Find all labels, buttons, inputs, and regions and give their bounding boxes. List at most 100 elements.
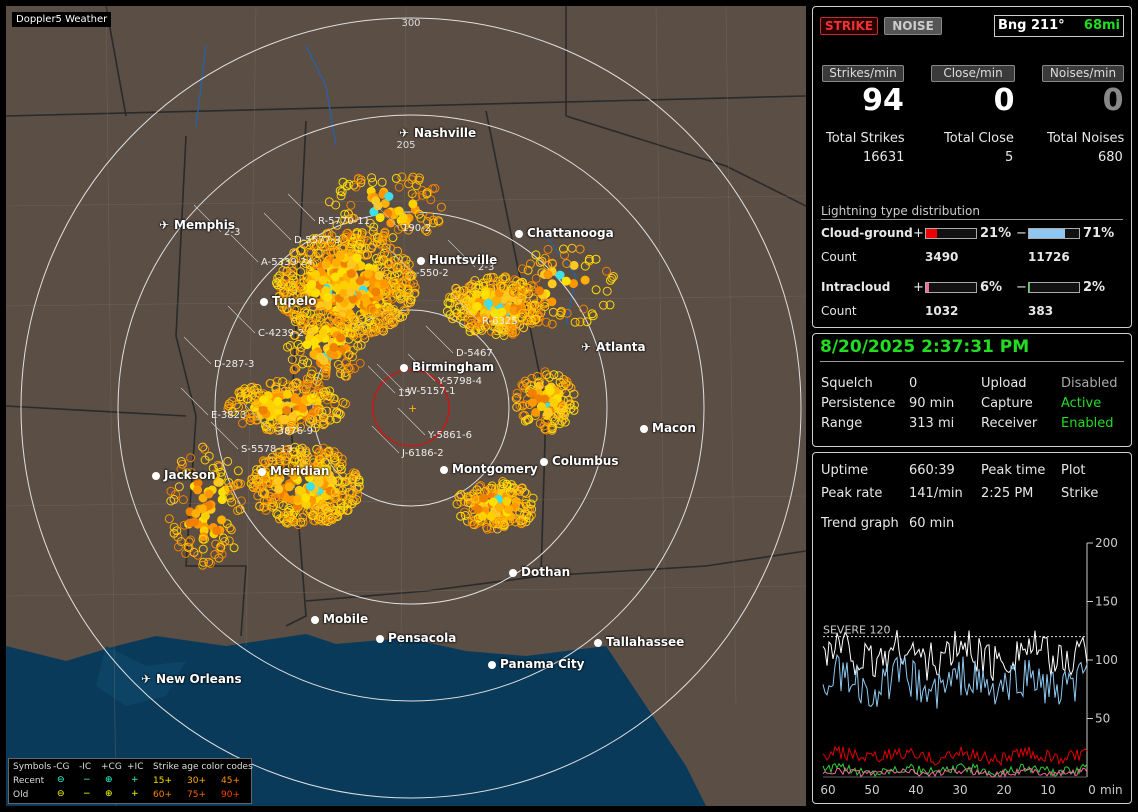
- strike-marker: [543, 244, 553, 254]
- cg-positive-count: 3490: [925, 250, 959, 264]
- x-tick-label: 0: [1088, 783, 1096, 797]
- trend-y-ticks: 200 150 100 50: [1087, 536, 1118, 726]
- storm-tag: 15: [398, 388, 411, 399]
- strike-marker: [528, 398, 538, 408]
- total-strikes-label: Total Strikes: [826, 131, 905, 146]
- ring-label-300: 300: [401, 18, 420, 29]
- strike-marker: [204, 489, 214, 499]
- cg-negative-fill: [1029, 229, 1065, 238]
- strike-marker: [383, 208, 393, 218]
- strike-marker: [497, 307, 507, 317]
- strike-marker: [226, 525, 236, 535]
- city-dot: [440, 466, 448, 474]
- bearing-label: Bng 211°: [998, 18, 1065, 33]
- strike-marker: [335, 251, 345, 261]
- strike-marker: [174, 482, 184, 492]
- strike-marker: [346, 287, 356, 297]
- strike-marker: [540, 394, 550, 404]
- y-tick-label: 100: [1095, 653, 1118, 667]
- storm-tag: Y-5861-6: [427, 430, 472, 441]
- distribution-title: Lightning type distribution: [821, 204, 980, 218]
- strikes-per-min-button[interactable]: Strikes/min: [822, 65, 904, 82]
- intracloud-label: Intracloud: [821, 280, 891, 294]
- storm-tag: D-5467: [456, 348, 493, 359]
- city-dot: [260, 298, 268, 306]
- trend-label: Trend graph: [821, 516, 899, 531]
- persistence-value: 90 min: [909, 396, 955, 411]
- storm-track: [425, 325, 454, 354]
- strike-marker: [346, 200, 356, 210]
- strike-marker: [543, 270, 553, 280]
- strike-button[interactable]: STRIKE: [820, 17, 878, 35]
- airport-icon: ✈: [141, 672, 152, 686]
- strike-marker: [472, 301, 482, 311]
- x-unit-label: min: [1100, 783, 1123, 797]
- x-tick-label: 20: [996, 783, 1011, 797]
- strike-marker: [217, 495, 227, 505]
- strike-marker: [259, 395, 269, 405]
- strike-marker: [567, 243, 577, 253]
- city-label: Atlanta: [596, 340, 646, 354]
- cg-count-label: Count: [821, 250, 857, 264]
- strike-marker: [233, 466, 243, 476]
- close-per-min-button[interactable]: Close/min: [931, 65, 1015, 82]
- recent-pos-ic-icon: +: [131, 775, 139, 785]
- cg-negative-count: 11726: [1028, 250, 1070, 264]
- age-30: 30+: [187, 776, 206, 786]
- city-label: Tupelo: [272, 294, 317, 308]
- state-borders: [6, 6, 806, 637]
- city-label: Birmingham: [412, 360, 495, 374]
- storm-tag: S-5578-13: [241, 444, 293, 455]
- total-close-value: 5: [1005, 150, 1014, 165]
- ic-positive-bar: [925, 282, 977, 293]
- y-tick-label: 150: [1095, 595, 1118, 609]
- strike-marker: [284, 482, 294, 492]
- city-label: Columbus: [552, 454, 619, 468]
- strike-marker: [426, 195, 436, 205]
- receiver-value: Enabled: [1061, 416, 1114, 431]
- cg-positive-bar: [925, 228, 977, 239]
- status-panel: 8/20/2025 2:37:31 PM Squelch 0 Upload Di…: [812, 333, 1132, 447]
- cg-positive-fill: [926, 229, 937, 238]
- city-label: Meridian: [270, 464, 330, 478]
- noise-button[interactable]: NOISE: [884, 17, 942, 35]
- city-label: Tallahassee: [606, 635, 685, 649]
- legend-age-label: Strike age color codes: [153, 762, 253, 772]
- strike-marker: [569, 279, 578, 289]
- strike-marker: [495, 502, 504, 512]
- strike-marker: [287, 355, 297, 364]
- storm-tag: D-5577-3: [294, 235, 341, 246]
- storm-track: [371, 425, 400, 454]
- strike-marker: [527, 388, 537, 398]
- negative-cg-trend-line: [822, 653, 1088, 709]
- distribution-divider: [821, 219, 1123, 220]
- strike-marker: [479, 493, 489, 503]
- bearing-distance: 68mi: [1083, 18, 1120, 33]
- strike-marker: [374, 271, 384, 281]
- app-title: Doppler5 Weather: [12, 12, 112, 27]
- strike-marker: [478, 511, 487, 521]
- squelch-value: 0: [909, 376, 918, 391]
- ic-minus-sign: −: [1016, 280, 1027, 295]
- strike-marker: [384, 192, 394, 201]
- lightning-map[interactable]: + 300 205 R-5770-11 D-5577-3 A-5339-24 C-42…: [6, 6, 806, 806]
- storm-tag: A-5339-24: [261, 257, 313, 268]
- city-dot: [258, 468, 266, 476]
- strike-marker: [394, 206, 404, 216]
- strike-marker: [535, 286, 544, 296]
- city-label: Montgomery: [452, 462, 538, 476]
- storm-track: [230, 234, 259, 263]
- strike-marker: [198, 442, 208, 452]
- strike-marker: [366, 303, 376, 313]
- city-dot: [509, 569, 517, 577]
- legend-pos-cg: +CG: [101, 762, 122, 772]
- noises-per-min-button[interactable]: Noises/min: [1042, 65, 1124, 82]
- city-dot: [640, 425, 648, 433]
- total-close-label: Total Close: [944, 131, 1014, 146]
- storm-tag: E-3823: [211, 410, 246, 421]
- strike-marker: [367, 173, 377, 183]
- plot-value: Strike: [1061, 486, 1099, 501]
- x-tick-label: 10: [1040, 783, 1055, 797]
- strike-marker: [502, 496, 512, 506]
- strike-marker: [198, 544, 208, 554]
